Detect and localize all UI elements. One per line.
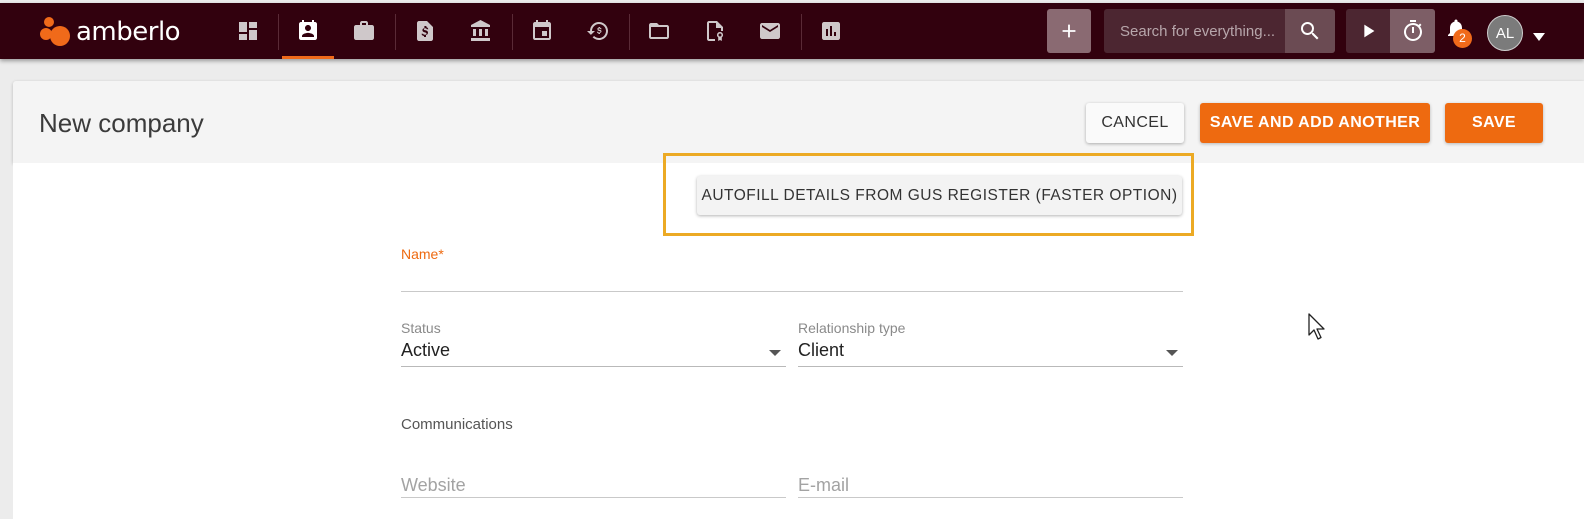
logo-text: amberlo [76,17,181,47]
invoice-dollar-icon[interactable] [399,3,451,59]
website-underline [401,497,786,498]
status-dropdown-arrow-icon[interactable] [769,350,781,356]
contacts-icon[interactable] [282,3,334,59]
chevron-down-icon[interactable] [1533,28,1545,41]
name-label: Name* [401,246,444,262]
status-underline [401,366,786,367]
reports-chart-icon[interactable] [805,3,857,59]
save-button[interactable]: SAVE [1445,103,1543,143]
status-select[interactable]: Active [401,340,450,361]
top-navigation-bar: amberlo Search for everything... 2 AL [0,3,1584,59]
relationship-dropdown-arrow-icon[interactable] [1166,350,1178,356]
highlight-box [663,153,1194,236]
email-input[interactable]: E-mail [798,475,849,496]
amberlo-logo[interactable]: amberlo [40,17,181,47]
communications-section-title: Communications [401,416,513,433]
relationship-type-select[interactable]: Client [798,340,844,361]
relationship-type-label: Relationship type [798,320,906,336]
user-avatar[interactable]: AL [1487,15,1523,51]
page-header: New company CANCEL SAVE AND ADD ANOTHER … [13,81,1584,163]
notifications-badge: 2 [1453,29,1472,48]
search-icon [1301,22,1319,40]
stopwatch-button[interactable] [1390,9,1435,53]
plus-icon [1062,24,1076,38]
mouse-cursor-icon [1308,313,1328,341]
cancel-button[interactable]: CANCEL [1086,103,1184,143]
quick-add-button[interactable] [1047,9,1091,53]
save-and-add-another-button[interactable]: SAVE AND ADD ANOTHER [1200,103,1430,143]
relationship-type-underline [798,366,1183,367]
start-timer-button[interactable] [1346,9,1390,53]
bank-icon[interactable] [455,3,507,59]
timer-controls [1346,9,1435,53]
dashboard-icon[interactable] [222,3,274,59]
calendar-icon[interactable] [516,3,568,59]
page-title: New company [39,108,204,138]
stopwatch-icon [1403,20,1422,41]
time-billing-icon[interactable] [572,3,624,59]
email-underline [798,497,1183,498]
mail-icon[interactable] [744,3,796,59]
website-input[interactable]: Website [401,475,466,496]
global-search [1104,9,1335,53]
search-input[interactable] [1104,9,1285,53]
briefcase-icon[interactable] [338,3,390,59]
status-label: Status [401,320,441,336]
document-certificate-icon[interactable] [689,3,741,59]
name-input[interactable] [401,291,1183,292]
search-button[interactable] [1285,9,1335,53]
folder-icon[interactable] [633,3,685,59]
play-icon [1364,24,1375,38]
logo-mark-icon [40,17,74,47]
